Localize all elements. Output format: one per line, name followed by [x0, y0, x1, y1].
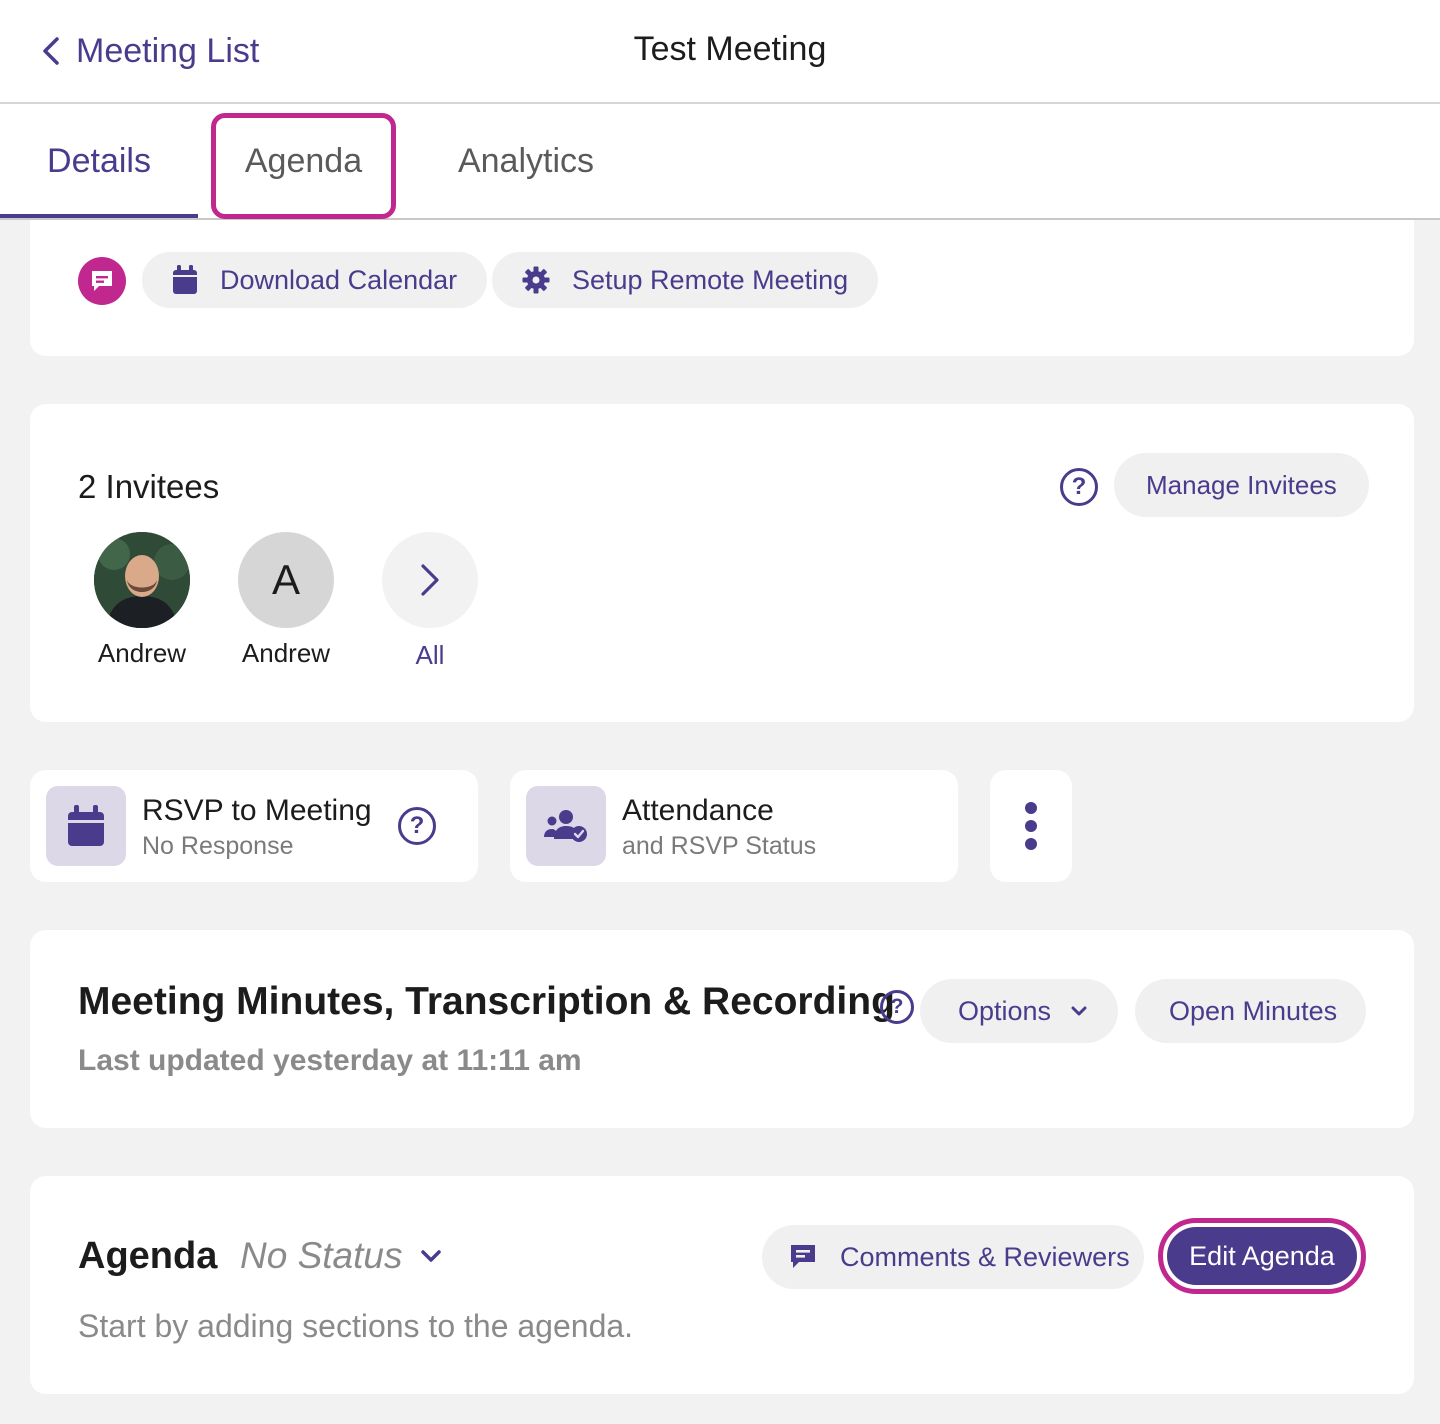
manage-invitees-label: Manage Invitees — [1146, 469, 1337, 500]
chevron-down-icon — [1071, 1006, 1087, 1016]
more-vertical-icon — [1025, 802, 1037, 850]
rsvp-help-icon[interactable]: ? — [398, 807, 436, 845]
attendance-icon-box — [526, 786, 606, 866]
tab-bar: Details Agenda Analytics — [0, 104, 1440, 220]
tab-agenda-highlight — [211, 113, 396, 219]
person-photo-icon — [94, 532, 190, 628]
avatar-photo[interactable] — [94, 532, 190, 628]
setup-remote-meeting-button[interactable]: Setup Remote Meeting — [492, 252, 879, 308]
agenda-empty-message: Start by adding sections to the agenda. — [78, 1308, 634, 1344]
download-calendar-label: Download Calendar — [220, 264, 458, 295]
setup-remote-meeting-label: Setup Remote Meeting — [572, 264, 849, 295]
rsvp-icon-box — [46, 786, 126, 866]
open-minutes-label: Open Minutes — [1169, 995, 1338, 1026]
tab-details[interactable]: Details — [0, 104, 198, 218]
page-title: Test Meeting — [633, 30, 827, 68]
edit-agenda-highlight: Edit Agenda — [1158, 1218, 1366, 1294]
tab-analytics[interactable]: Analytics — [430, 104, 622, 218]
top-bar: Meeting List Test Meeting — [0, 0, 1440, 104]
minutes-help-icon[interactable]: ? — [880, 990, 914, 1024]
edit-agenda-button[interactable]: Edit Agenda — [1167, 1227, 1357, 1285]
invitees-card — [30, 404, 1414, 722]
options-dropdown[interactable]: Options — [920, 979, 1118, 1043]
download-calendar-button[interactable]: Download Calendar — [142, 252, 488, 308]
calendar-icon — [68, 805, 104, 846]
invitees-help-icon[interactable]: ? — [1060, 468, 1098, 506]
rsvp-status: No Response — [142, 832, 294, 860]
chevron-down-icon — [421, 1250, 442, 1262]
avatar-initial-letter: A — [271, 556, 300, 603]
calendar-icon — [173, 265, 197, 294]
rsvp-title: RSVP to Meeting — [142, 794, 372, 827]
manage-invitees-button[interactable]: Manage Invitees — [1114, 453, 1369, 517]
options-label: Options — [958, 995, 1052, 1026]
agenda-heading: Agenda — [78, 1235, 218, 1277]
invitee-name: Andrew — [97, 638, 187, 668]
comments-reviewers-button[interactable]: Comments & Reviewers — [762, 1225, 1144, 1289]
chat-button[interactable] — [78, 257, 126, 305]
agenda-status-dropdown[interactable]: No Status — [240, 1235, 442, 1277]
open-minutes-button[interactable]: Open Minutes — [1135, 979, 1366, 1043]
invitees-count: 2 Invitees — [78, 468, 220, 505]
more-actions-button[interactable] — [990, 770, 1072, 882]
avatar-initial[interactable]: A — [238, 532, 334, 628]
view-all-invitees-button[interactable] — [382, 532, 478, 628]
agenda-status-label: No Status — [240, 1235, 403, 1276]
comment-icon — [791, 1245, 815, 1268]
users-check-icon — [544, 810, 587, 842]
chat-icon — [92, 271, 112, 291]
gear-icon — [522, 266, 550, 294]
minutes-title: Meeting Minutes, Transcription & Recordi… — [78, 980, 895, 1023]
attendance-card[interactable]: Attendance and RSVP Status — [510, 770, 958, 882]
chevron-right-icon — [421, 564, 439, 596]
active-tab-indicator — [0, 214, 198, 218]
attendance-subtitle: and RSVP Status — [622, 832, 817, 860]
view-all-label[interactable]: All — [355, 640, 505, 671]
tab-details-label: Details — [47, 141, 151, 180]
rsvp-card[interactable]: RSVP to Meeting No Response ? — [30, 770, 478, 882]
comments-reviewers-label: Comments & Reviewers — [840, 1241, 1130, 1272]
minutes-last-updated: Last updated yesterday at 11:11 am — [78, 1044, 582, 1077]
invitee-name: Andrew — [241, 638, 331, 668]
edit-agenda-label: Edit Agenda — [1189, 1240, 1335, 1271]
tab-analytics-label: Analytics — [457, 141, 595, 180]
attendance-title: Attendance — [622, 794, 774, 827]
